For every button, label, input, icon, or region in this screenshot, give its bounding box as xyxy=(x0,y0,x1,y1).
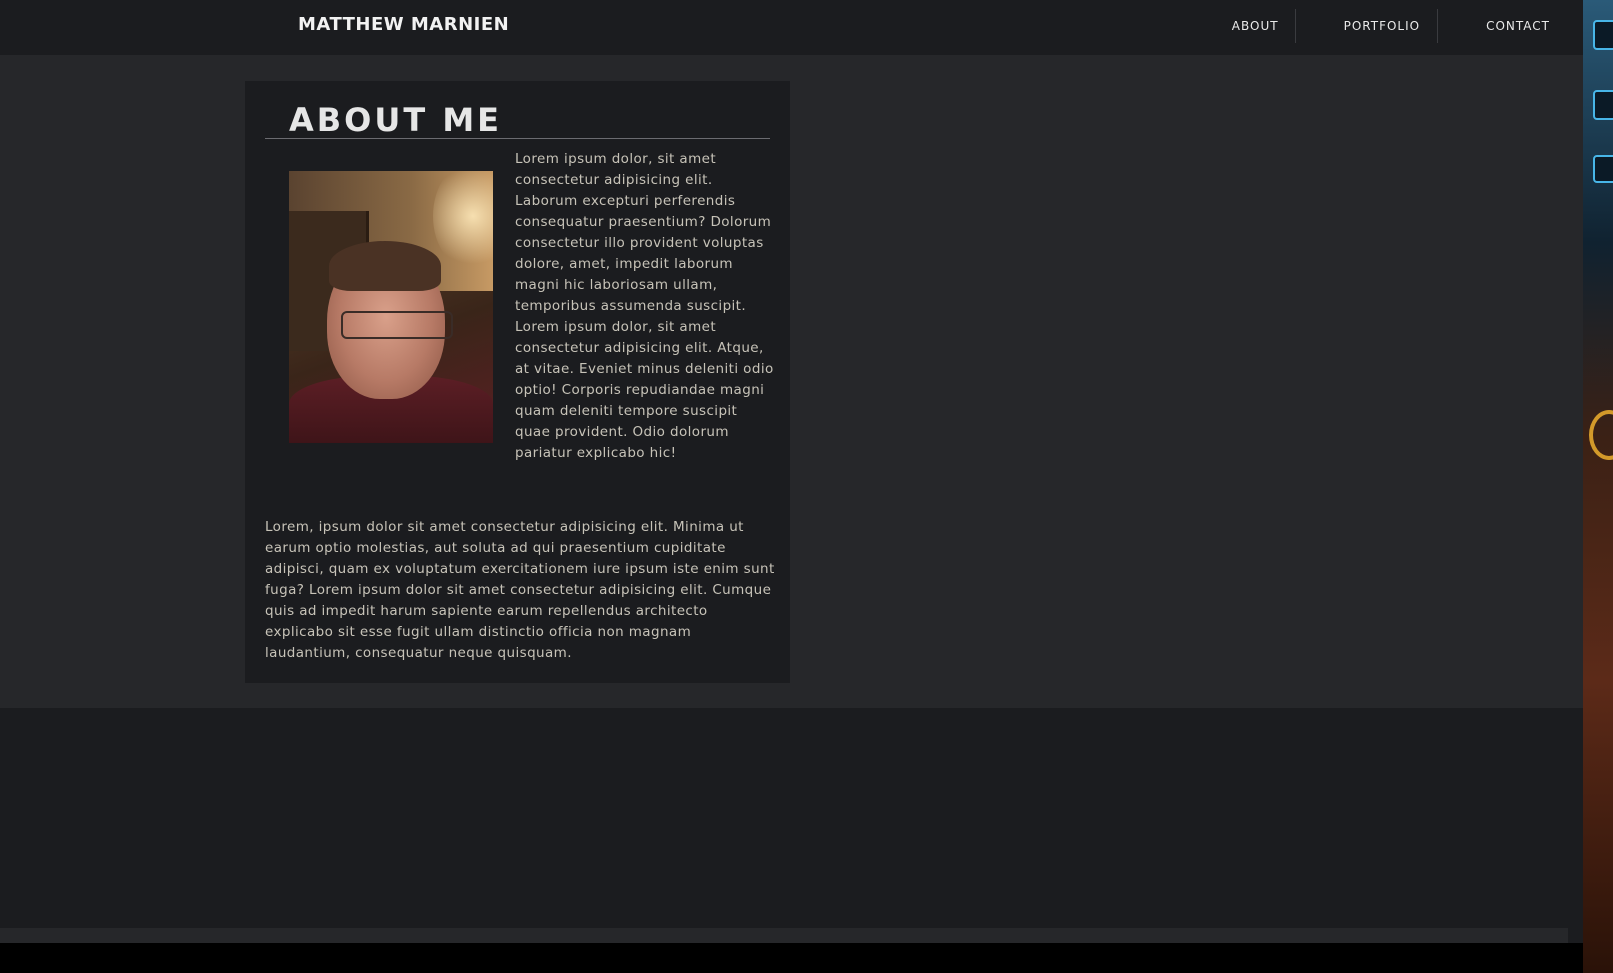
ring-icon[interactable] xyxy=(1589,410,1613,460)
profile-photo xyxy=(289,171,493,443)
page: MATTHEW MARNIEN ABOUT PORTFOLIO CONTACT … xyxy=(0,0,1583,943)
navbar: MATTHEW MARNIEN ABOUT PORTFOLIO CONTACT xyxy=(0,0,1583,55)
nav-menu: ABOUT PORTFOLIO CONTACT xyxy=(1216,8,1550,44)
bio-paragraph-side: Lorem ipsum dolor, sit amet consectetur … xyxy=(515,151,774,461)
about-card: ABOUT ME Lorem ipsum dolor, sit amet con… xyxy=(245,81,790,683)
side-panel-edge xyxy=(1583,0,1613,973)
title-divider xyxy=(265,138,770,139)
about-title: ABOUT ME xyxy=(289,101,503,139)
side-button-icon[interactable] xyxy=(1593,155,1613,183)
side-button-icon[interactable] xyxy=(1593,20,1613,50)
nav-link-about[interactable]: ABOUT xyxy=(1216,9,1295,43)
brand-link[interactable]: MATTHEW MARNIEN xyxy=(298,14,509,35)
footer-bar xyxy=(0,928,1568,943)
nav-link-portfolio[interactable]: PORTFOLIO xyxy=(1296,9,1438,43)
nav-link-contact[interactable]: CONTACT xyxy=(1438,9,1550,43)
bio-paragraph-full: Lorem, ipsum dolor sit amet consectetur … xyxy=(265,519,775,661)
side-button-icon[interactable] xyxy=(1593,90,1613,120)
about-section: ABOUT ME Lorem ipsum dolor, sit amet con… xyxy=(0,55,1583,708)
